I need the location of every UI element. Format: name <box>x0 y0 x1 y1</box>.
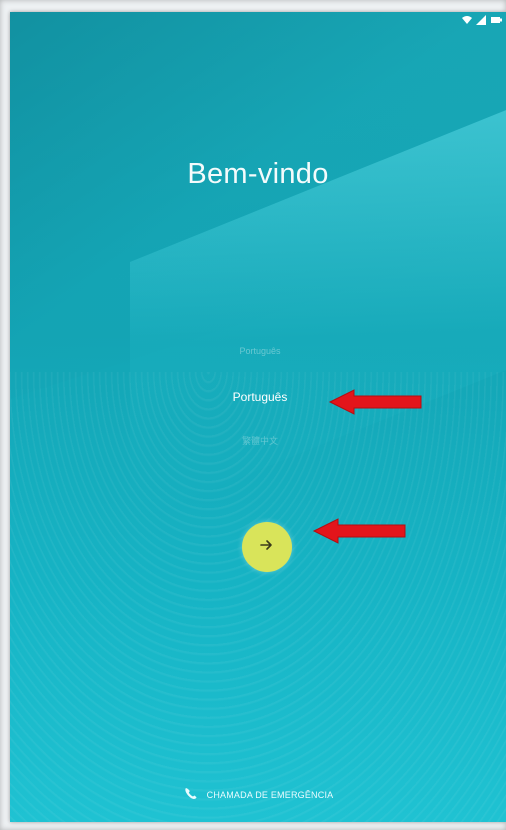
setup-screen: Bem-vindo Português Português 繁體中文 CHAMA… <box>10 12 506 822</box>
wifi-icon <box>462 15 472 28</box>
annotation-arrow-next <box>312 517 407 545</box>
language-picker[interactable]: Português Português 繁體中文 <box>170 342 350 450</box>
phone-icon <box>183 786 199 804</box>
device-frame: Bem-vindo Português Português 繁體中文 CHAMA… <box>0 0 506 830</box>
signal-icon <box>476 14 486 28</box>
language-option-previous[interactable]: Português <box>170 342 350 360</box>
language-option-selected[interactable]: Português <box>170 388 350 406</box>
emergency-call-button[interactable]: CHAMADA DE EMERGÊNCIA <box>10 786 506 804</box>
next-button[interactable] <box>242 522 292 572</box>
welcome-title: Bem-vindo <box>187 158 329 190</box>
emergency-call-label: CHAMADA DE EMERGÊNCIA <box>206 790 334 800</box>
arrow-right-icon <box>260 538 274 557</box>
language-option-next[interactable]: 繁體中文 <box>170 432 350 450</box>
annotation-arrow-language <box>328 388 423 416</box>
battery-icon <box>490 15 504 28</box>
status-bar <box>462 14 504 28</box>
